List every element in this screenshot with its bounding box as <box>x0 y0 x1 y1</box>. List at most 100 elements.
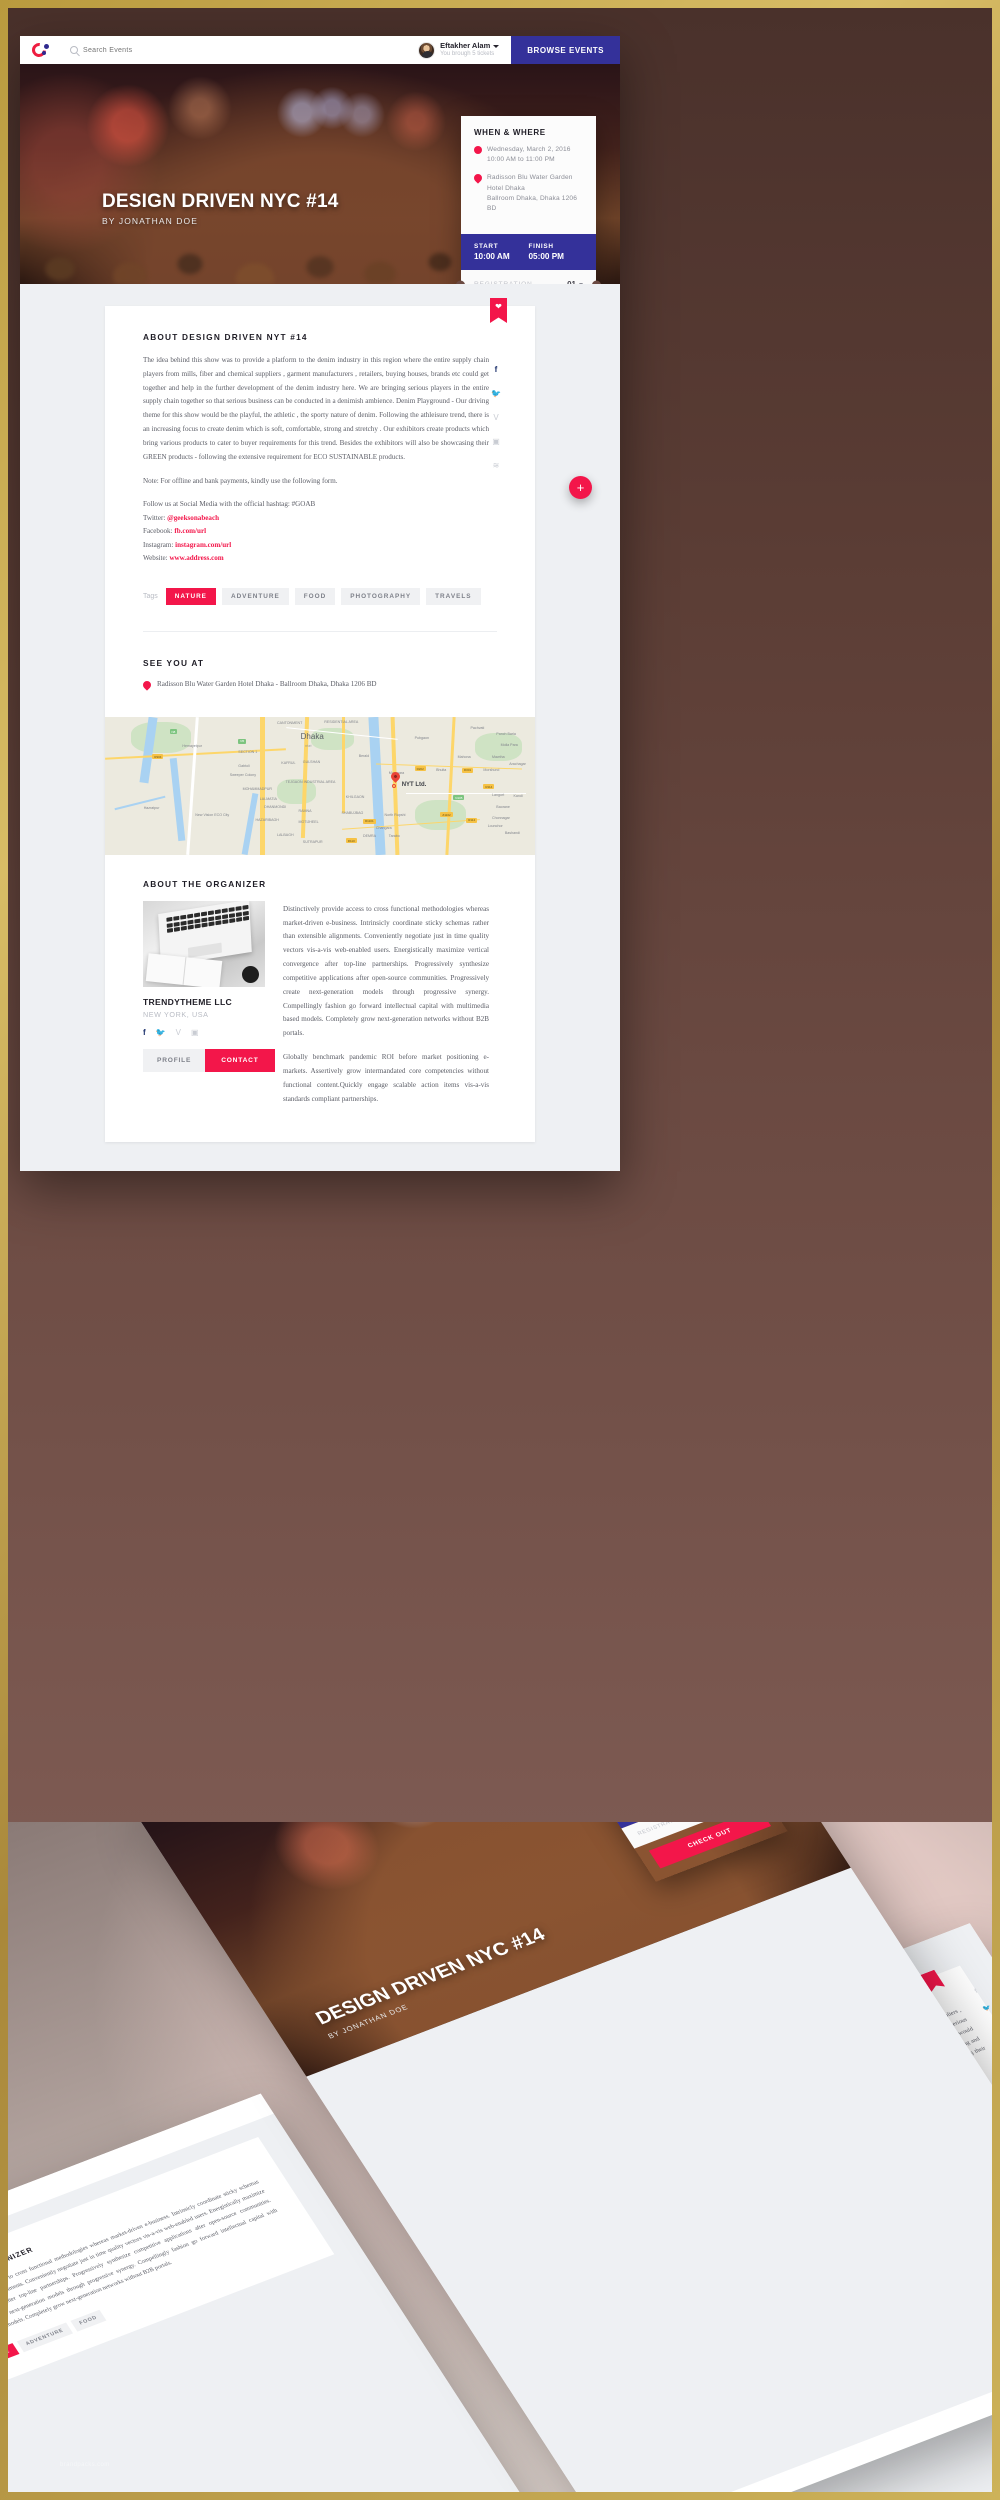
user-meta: Eftakher Alam You brough 5 tickets <box>440 41 500 58</box>
perspective-mockup-stage: Search Events ABOUT THE ORGANIZER Distin… <box>8 1822 992 2492</box>
organizer-paragraph-2: Globally benchmark pandemic ROI before m… <box>283 1053 489 1103</box>
twitter-icon[interactable]: 🐦 <box>491 390 501 398</box>
instagram-icon[interactable]: ▣ <box>191 1028 199 1037</box>
venue-map[interactable]: Dhaka ঢাকা CANTONMENT RESIDENTIAL AREA H… <box>105 716 535 855</box>
event-ticket-card: WHEN & WHERE Wednesday, March 2, 2016 10… <box>461 116 596 284</box>
search-icon <box>70 46 78 54</box>
profile-button[interactable]: PROFILE <box>143 1048 206 1072</box>
organizer-buttons: PROFILE CONTACT <box>143 1048 275 1072</box>
rss-icon[interactable]: ≋ <box>493 462 500 470</box>
registration-row[interactable]: REGISTRATION 01 <box>461 270 596 284</box>
registration-label: REGISTRATION <box>474 281 533 284</box>
start-col: START 10:00 AM <box>474 243 529 261</box>
about-heading: ABOUT DESIGN DRIVEN NYT #14 <box>143 332 308 342</box>
mouse-icon <box>242 965 259 983</box>
organizer-profile: TRENDYTHEME LLC NEW YORK, USA f 🐦 V ▣ PR… <box>143 900 275 1107</box>
hero-text: DESIGN DRIVEN NYC #14 BY JONATHAN DOE <box>102 191 339 226</box>
registration-label: REGISTRATION <box>637 1822 687 1838</box>
organizer-body: TRENDYTHEME LLC NEW YORK, USA f 🐦 V ▣ PR… <box>143 900 489 1115</box>
see-you-at-address: Radisson Blu Water Garden Hotel Dhaka - … <box>157 680 377 689</box>
website-link[interactable]: www.address.com <box>169 554 223 562</box>
social-facebook: Facebook: fb.com/url <box>143 527 207 536</box>
map-marker-label: NYT Ltd. <box>401 782 427 789</box>
eventicket-logo[interactable] <box>20 36 60 64</box>
start-finish-panel: START 10:00 AM FINISH 05:00 PM <box>461 234 596 271</box>
organizer-location: NEW YORK, USA <box>143 1009 209 1019</box>
organizer-image <box>143 900 265 987</box>
poster-inner: Eftakher Alam You brough 5 tickets BROWS… <box>8 8 992 2492</box>
see-you-at-heading: SEE YOU AT <box>143 657 205 668</box>
content-card: ❤ f 🐦 V ▣ ≋ ABOUT DESIGN DRIVEN NYT #14 <box>105 298 535 1143</box>
tag-food: FOOD <box>70 2309 107 2332</box>
facebook-icon: f <box>973 1988 979 1995</box>
event-ticket-card: WHEN & WHERE Wednesday, March 2, 2016 10… <box>557 1822 788 1882</box>
add-floating-button[interactable]: + <box>569 476 592 499</box>
chevron-down-icon <box>579 283 583 284</box>
map-city-label: Dhaka <box>300 731 324 741</box>
event-date: Wednesday, March 2, 2016 <box>487 146 571 153</box>
social-share-rail: f 🐦 V ▣ ≋ <box>491 366 501 470</box>
about-body: The idea behind this show was to provide… <box>143 354 489 488</box>
page-title: DESIGN DRIVEN NYC #14 <box>102 191 339 212</box>
hero-byline: BY JONATHAN DOE <box>102 216 199 226</box>
datetime-row: Wednesday, March 2, 2016 10:00 AM to 11:… <box>474 145 583 165</box>
see-you-at-section: SEE YOU AT Radisson Blu Water Garden Hot… <box>105 632 535 717</box>
flat-mockup-stage: Eftakher Alam You brough 5 tickets BROWS… <box>8 8 992 1838</box>
location-pin-icon <box>141 679 153 691</box>
see-you-at-address-row: Radisson Blu Water Garden Hotel Dhaka - … <box>141 679 489 691</box>
contact-button[interactable]: CONTACT <box>205 1048 275 1072</box>
vimeo-icon[interactable]: V <box>176 1028 181 1037</box>
social-instagram: Instagram: instagram.com/url <box>143 540 232 549</box>
follow-line: Follow us at Social Media with the offic… <box>143 500 316 509</box>
social-website: Website: www.address.com <box>143 554 224 563</box>
logo-mark-icon <box>29 39 49 60</box>
user-menu[interactable]: Eftakher Alam You brough 5 tickets <box>418 36 511 64</box>
tags-row: Tags NATURE ADVENTURE FOOD PHOTOGRAPHY T… <box>143 587 489 631</box>
search-bar[interactable] <box>60 36 418 64</box>
tags-label: Tags <box>143 592 158 600</box>
about-note: Note: For offline and bank payments, kin… <box>143 476 338 485</box>
twitter-handle-link[interactable]: @geeksonabeach <box>167 514 219 522</box>
tag-food[interactable]: FOOD <box>294 587 336 605</box>
instagram-icon[interactable]: ▣ <box>492 438 500 446</box>
heart-icon: ❤ <box>495 302 502 311</box>
chevron-down-icon[interactable] <box>493 45 500 49</box>
map-city-native: ঢাকা <box>304 744 312 749</box>
venue-line-1: Radisson Blu Water Garden Hotel Dhaka <box>487 174 573 192</box>
about-section: ABOUT DESIGN DRIVEN NYT #14 The idea beh… <box>105 306 535 631</box>
tag-nature[interactable]: NATURE <box>165 587 216 605</box>
browser-window: Eftakher Alam You brough 5 tickets BROWS… <box>20 36 620 1171</box>
facebook-icon[interactable]: f <box>495 366 498 374</box>
event-time: 10:00 AM to 11:00 PM <box>487 156 555 164</box>
organizer-socials: f 🐦 V ▣ <box>143 1028 265 1037</box>
tag-travels[interactable]: TRAVELS <box>426 587 481 605</box>
registration-quantity-value: 01 <box>567 280 576 284</box>
organizer-name: TRENDYTHEME LLC <box>143 996 233 1007</box>
organizer-paragraph-1: Distinctively provide access to cross fu… <box>283 904 489 1038</box>
vimeo-icon[interactable]: V <box>493 414 498 422</box>
instagram-link[interactable]: instagram.com/url <box>175 541 231 549</box>
about-paragraph: The idea behind this show was to provide… <box>143 356 489 461</box>
top-navbar: Eftakher Alam You brough 5 tickets BROWS… <box>20 36 620 64</box>
registration-quantity-select[interactable]: 01 <box>567 280 583 284</box>
organizer-heading: ABOUT THE ORGANIZER <box>143 878 267 889</box>
finish-label: FINISH <box>528 243 554 251</box>
facebook-link[interactable]: fb.com/url <box>174 527 206 535</box>
facebook-icon[interactable]: f <box>143 1028 146 1037</box>
tag-photography[interactable]: PHOTOGRAPHY <box>341 587 421 605</box>
start-value: 10:00 AM <box>474 252 510 262</box>
about-social-links: Follow us at Social Media with the offic… <box>143 498 489 565</box>
search-input[interactable] <box>83 46 233 54</box>
social-twitter: Twitter: @geeksonabeach <box>143 513 220 522</box>
avatar <box>418 41 436 59</box>
twitter-icon[interactable]: 🐦 <box>156 1028 166 1037</box>
user-name: Eftakher Alam <box>440 41 491 51</box>
finish-col: FINISH 05:00 PM <box>529 243 584 261</box>
tag-adventure: ADVENTURE <box>16 2322 73 2353</box>
venue-row: Radisson Blu Water Garden Hotel Dhaka Ba… <box>472 172 583 214</box>
location-pin-icon <box>472 172 484 185</box>
tag-adventure[interactable]: ADVENTURE <box>221 587 289 605</box>
watermark: brandpacks.com <box>60 2462 110 2468</box>
finish-value: 05:00 PM <box>528 252 565 262</box>
browse-events-button[interactable]: BROWSE EVENTS <box>511 36 620 64</box>
